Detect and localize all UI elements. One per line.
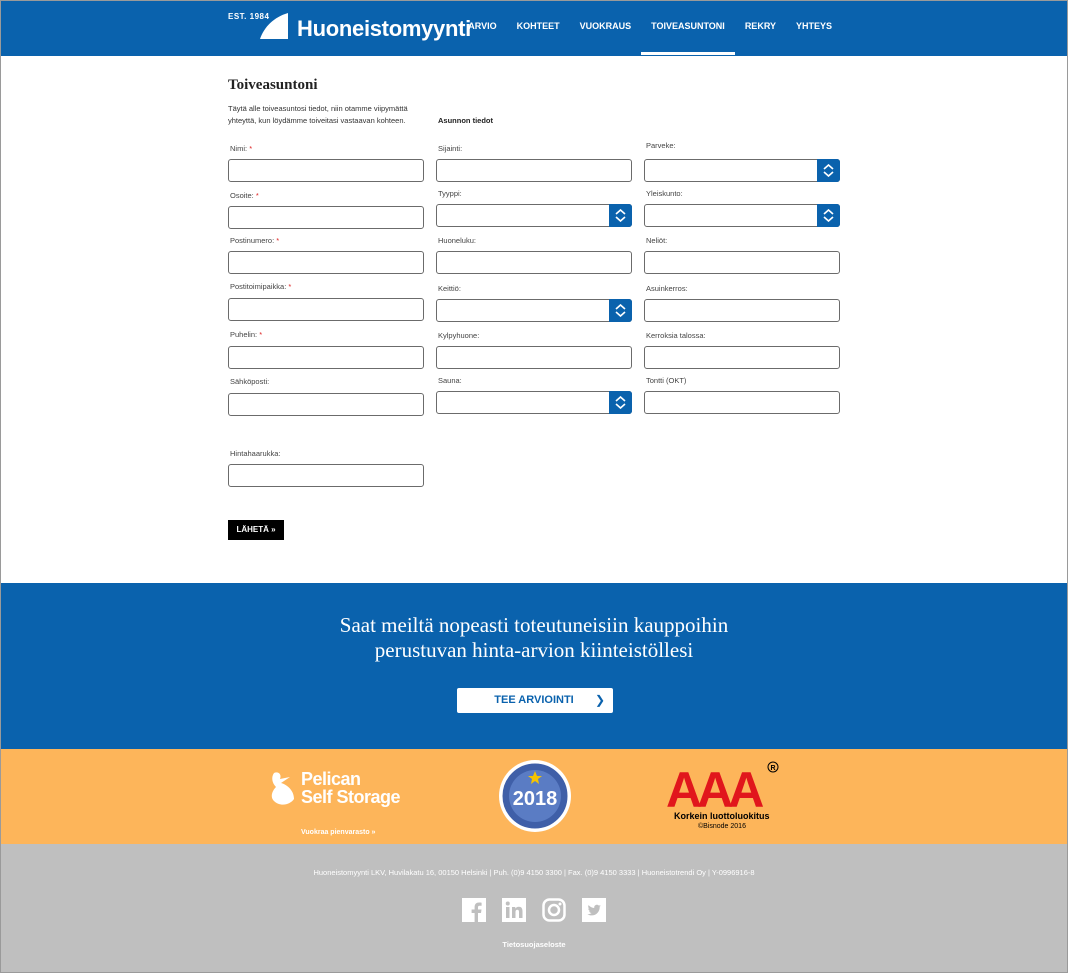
label-sauna: Sauna: [438, 376, 462, 385]
select-arrows-icon [817, 204, 840, 227]
promo-line-1: Saat meiltä nopeasti toteutuneisiin kaup… [339, 613, 729, 637]
main-nav: ARVIO KOHTEET VUOKRAUS TOIVEASUNTONI REK… [458, 21, 842, 55]
pelican-link[interactable]: Vuokraa pienvarasto » [301, 829, 375, 836]
svg-text:R: R [770, 765, 775, 772]
instagram-icon[interactable] [542, 898, 566, 922]
label-postinumero: Postinumero: * [230, 236, 280, 245]
form-intro: Täytä alle toiveasuntosi tiedot, niin ot… [228, 104, 408, 125]
promo-line-2: perustuvan hinta-arvion kiinteistöllesi [374, 638, 694, 662]
nav-yhteys[interactable]: YHTEYS [786, 21, 842, 31]
valuation-button-label: TEE ARVIOINTI [494, 694, 574, 706]
section-label-apartment: Asunnon tiedot [438, 116, 493, 125]
label-kerroksia-talossa: Kerroksia talossa: [646, 331, 706, 340]
nav-kohteet[interactable]: KOHTEET [507, 21, 570, 31]
select-sauna[interactable] [436, 391, 632, 414]
logo-brand: Huoneistomyynti [297, 16, 471, 41]
select-arrows-icon [609, 391, 632, 414]
label-yleiskunto: Yleiskunto: [646, 189, 683, 198]
badge-2018-icon[interactable]: 2018 [498, 759, 572, 833]
site-header: EST. 1984 Huoneistomyynti ARVIO KOHTEET … [0, 0, 1068, 56]
twitter-icon[interactable] [582, 898, 606, 922]
label-keittio: Keittiö: [438, 284, 461, 293]
sail-logo-icon [260, 13, 288, 39]
label-osoite: Osoite: * [230, 191, 259, 200]
input-sahkoposti[interactable] [228, 393, 424, 416]
valuation-button[interactable]: TEE ARVIOINTI ❯ [457, 688, 613, 713]
input-hintahaarukka[interactable] [228, 464, 424, 487]
nav-vuokraus[interactable]: VUOKRAUS [570, 21, 642, 31]
label-asuinkerros: Asuinkerros: [646, 284, 688, 293]
page-title: Toiveasuntoni [228, 77, 318, 93]
select-arrows-icon [609, 299, 632, 322]
nav-toiveasuntoni[interactable]: TOIVEASUNTONI [641, 21, 735, 55]
label-sahkoposti: Sähköposti: [230, 377, 270, 386]
input-kerroksia-talossa[interactable] [644, 346, 840, 369]
aaa-rating-logo[interactable]: AAA R Korkein luottoluokitus ©Bisnode 20… [666, 761, 786, 841]
select-keittio[interactable] [436, 299, 632, 322]
input-neliot[interactable] [644, 251, 840, 274]
linkedin-icon[interactable] [502, 898, 526, 922]
aaa-logo-icon: AAA R [666, 761, 779, 811]
select-arrows-icon [817, 159, 840, 182]
label-puhelin: Puhelin: * [230, 330, 263, 339]
label-tyyppi: Tyyppi: [438, 189, 462, 198]
label-parveke: Parveke: [646, 141, 676, 150]
label-tontti: Tontti (OKT) [646, 376, 687, 385]
pelican-self-storage-logo[interactable]: Pelican Self Storage Vuokraa pienvarasto… [268, 767, 418, 836]
select-parveke[interactable] [644, 159, 840, 182]
label-neliot: Neliöt: [646, 236, 668, 245]
privacy-policy-link[interactable]: Tietosuojaseloste [0, 940, 1068, 949]
label-kylpyhuone: Kylpyhuone: [438, 331, 480, 340]
label-nimi: Nimi: * [230, 144, 253, 153]
input-osoite[interactable] [228, 206, 424, 229]
pelican-bird-icon [271, 772, 294, 805]
input-tontti[interactable] [644, 391, 840, 414]
label-sijainti: Sijainti: [438, 144, 463, 153]
valuation-promo: Saat meiltä nopeasti toteutuneisiin kaup… [0, 583, 1068, 749]
select-arrows-icon [609, 204, 632, 227]
chevron-right-icon: ❯ [594, 693, 605, 707]
social-links [462, 898, 606, 922]
nav-arvio[interactable]: ARVIO [458, 21, 506, 31]
label-postitoimipaikka: Postitoimipaikka: * [230, 282, 292, 291]
badge-year: 2018 [513, 788, 558, 810]
footer-contact-info: Huoneistomyynti LKV, Huvilakatu 16, 0015… [313, 868, 755, 877]
label-hintahaarukka: Hintahaarukka: [230, 449, 281, 458]
aaa-source: ©Bisnode 2016 [698, 823, 746, 830]
input-puhelin[interactable] [228, 346, 424, 369]
input-sijainti[interactable] [436, 159, 632, 182]
input-huoneluku[interactable] [436, 251, 632, 274]
site-footer: Huoneistomyynti LKV, Huvilakatu 16, 0015… [0, 844, 1068, 973]
aaa-label: Korkein luottoluokitus [674, 811, 770, 821]
site-logo[interactable]: EST. 1984 Huoneistomyynti [228, 10, 488, 46]
input-asuinkerros[interactable] [644, 299, 840, 322]
select-tyyppi[interactable] [436, 204, 632, 227]
nav-rekry[interactable]: REKRY [735, 21, 786, 31]
pelican-line-2: Self Storage [301, 787, 401, 807]
partners-band: Pelican Self Storage Vuokraa pienvarasto… [0, 749, 1068, 844]
select-yleiskunto[interactable] [644, 204, 840, 227]
label-huoneluku: Huoneluku: [438, 236, 476, 245]
input-kylpyhuone[interactable] [436, 346, 632, 369]
submit-button[interactable]: LÄHETÄ » [228, 520, 284, 540]
aaa-mark: AAA [666, 762, 763, 811]
input-postinumero[interactable] [228, 251, 424, 274]
input-postitoimipaikka[interactable] [228, 298, 424, 321]
input-nimi[interactable] [228, 159, 424, 182]
facebook-icon[interactable] [462, 898, 486, 922]
